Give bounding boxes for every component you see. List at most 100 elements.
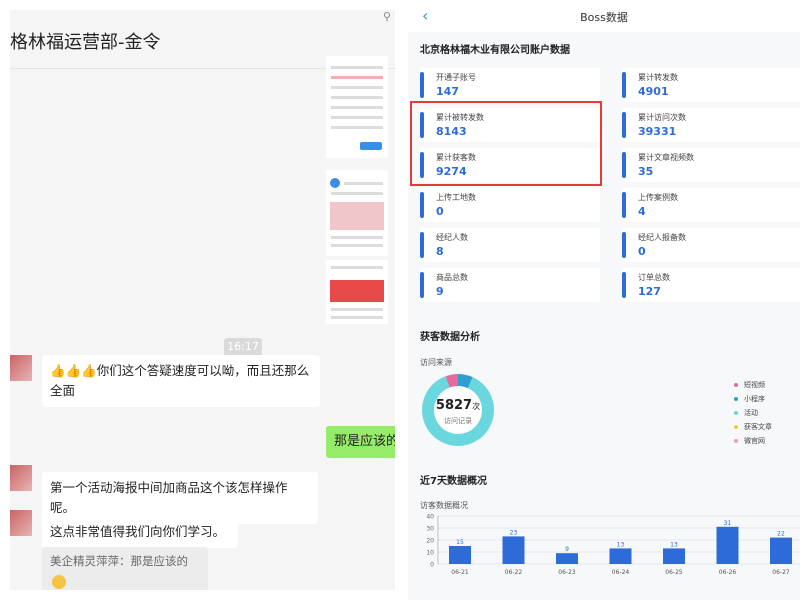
legend-item[interactable]: 微官网 [734, 434, 772, 448]
stat-label: 订单总数 [638, 273, 670, 282]
visit-source-title: 访问来源 [420, 358, 452, 367]
stat-value: 0 [436, 205, 444, 218]
stat-label: 经纪人数 [436, 233, 468, 242]
stat-label: 累计访问次数 [638, 113, 686, 122]
stat-label: 累计文章视频数 [638, 153, 694, 162]
x-tick-label: 06-25 [665, 569, 683, 576]
image-thumbnail-form[interactable] [326, 56, 388, 158]
message-bubble-self[interactable]: 那是应该的 [326, 426, 395, 458]
image-thumbnail-article[interactable] [326, 170, 388, 256]
bar-value-label: 31 [724, 520, 732, 527]
stat-card[interactable]: 上传案例数 4 [622, 188, 800, 222]
legend-item[interactable]: 活动 [734, 406, 772, 420]
donut-center: 5827次 访问记录 [434, 386, 482, 434]
message-timestamp: 16:17 [224, 338, 262, 356]
legend-label: 微官网 [744, 437, 765, 445]
legend-dot-icon [734, 439, 738, 443]
legend-dot-icon [734, 411, 738, 415]
page-title: Boss数据 [580, 11, 628, 24]
bar [556, 553, 578, 564]
stat-value: 147 [436, 85, 459, 98]
visit-source-donut[interactable]: 5827次 访问记录 [422, 374, 494, 446]
legend-item[interactable]: 获客文章 [734, 420, 772, 434]
boss-dashboard: ‹ Boss数据 北京格林福木业有限公司账户数据 获客数据分析 访问来源 582… [408, 0, 800, 600]
image-thumbnail-poster[interactable] [326, 260, 388, 324]
legend-label: 小程序 [744, 395, 765, 403]
x-tick-label: 06-22 [505, 569, 523, 576]
bar-value-label: 23 [510, 529, 518, 536]
stat-value: 4901 [638, 85, 669, 98]
smile-icon [52, 574, 66, 589]
stat-card[interactable]: 累计转发数 4901 [622, 68, 800, 102]
bar [770, 537, 792, 564]
legend-item[interactable]: 小程序 [734, 392, 772, 406]
stat-value: 4 [638, 205, 646, 218]
bar [502, 536, 525, 564]
dashboard-header: ‹ Boss数据 [408, 0, 800, 32]
avatar[interactable] [10, 510, 32, 536]
x-tick-label: 06-27 [772, 569, 790, 576]
stat-label: 经纪人报备数 [638, 233, 686, 242]
x-tick-label: 06-21 [451, 569, 469, 576]
visitor-bar-chart: 0 10 20 30 40 15 06-21 23 06-22 9 06-23 13 06-24 13 06… [426, 514, 800, 576]
avatar[interactable] [10, 465, 32, 491]
stat-label: 上传工地数 [436, 193, 476, 202]
bar-value-label: 15 [456, 539, 464, 546]
bar-value-label: 13 [670, 541, 678, 548]
stat-card[interactable]: 上传工地数 0 [420, 188, 600, 222]
message-text: 第一个活动海报中间加商品这个该怎样操作呢。 [50, 480, 288, 515]
stat-card[interactable]: 商品总数 9 [420, 268, 600, 302]
stat-card[interactable]: 累计访问次数 39331 [622, 108, 800, 142]
y-tick-label: 30 [426, 526, 434, 533]
weekly-section-title: 近7天数据概况 [420, 476, 487, 487]
legend-dot-icon [734, 383, 738, 387]
quoted-text: 美企精灵萍萍：那是应该的 [50, 554, 188, 568]
bar [716, 526, 739, 564]
legend-label: 活动 [744, 409, 758, 417]
y-tick-label: 0 [430, 562, 434, 569]
y-tick-label: 20 [426, 538, 434, 545]
message-text: 这点非常值得我们向你们学习。 [50, 524, 226, 539]
x-tick-label: 06-26 [719, 569, 737, 576]
thumbs-up-icon: 👍👍👍 [50, 363, 97, 378]
stat-label: 累计转发数 [638, 73, 678, 82]
stat-card[interactable]: 累计文章视频数 35 [622, 148, 800, 182]
visitor-title: 访客数据概况 [420, 501, 468, 510]
bar-value-label: 9 [565, 546, 569, 553]
pin-icon[interactable]: ⚲ [383, 10, 391, 23]
stat-value: 9 [436, 285, 444, 298]
x-tick-label: 06-23 [558, 569, 576, 576]
stat-label: 开通子账号 [436, 73, 476, 82]
x-tick-label: 06-24 [612, 569, 630, 576]
legend-dot-icon [734, 397, 738, 401]
message-bubble[interactable]: 这点非常值得我们向你们学习。 [42, 516, 238, 548]
stat-card[interactable]: 订单总数 127 [622, 268, 800, 302]
stat-label: 上传案例数 [638, 193, 678, 202]
legend-label: 获客文章 [744, 423, 772, 431]
screenshot-root: 格林福运营部-金令 ⚲ 16:17 👍👍👍你们这个答疑速度可以呦，而且还那么全面… [0, 0, 800, 600]
company-name: 北京格林福木业有限公司账户数据 [420, 45, 570, 56]
avatar[interactable] [10, 355, 32, 381]
quoted-reply[interactable]: 美企精灵萍萍：那是应该的 [42, 547, 208, 590]
bar-value-label: 13 [617, 541, 625, 548]
stat-value: 8 [436, 245, 444, 258]
legend-item[interactable]: 短视频 [734, 378, 772, 392]
y-tick-label: 40 [426, 514, 434, 521]
chat-title: 格林福运营部-金令 [10, 32, 161, 53]
stat-value: 127 [638, 285, 661, 298]
message-bubble[interactable]: 👍👍👍你们这个答疑速度可以呦，而且还那么全面 [42, 355, 320, 407]
stat-label: 商品总数 [436, 273, 468, 282]
stat-value: 39331 [638, 125, 677, 138]
stat-card[interactable]: 经纪人数 8 [420, 228, 600, 262]
stat-value: 35 [638, 165, 654, 178]
source-legend: 短视频小程序活动获客文章微官网 [734, 378, 772, 448]
legend-label: 短视频 [744, 381, 765, 389]
stat-card[interactable]: 开通子账号 147 [420, 68, 600, 102]
bar-value-label: 22 [777, 531, 785, 538]
highlight-annotation-box [410, 101, 602, 186]
bar [609, 548, 632, 564]
bar [449, 546, 471, 564]
stat-card[interactable]: 经纪人报备数 0 [622, 228, 800, 262]
acquisition-section-title: 获客数据分析 [420, 332, 480, 343]
donut-value: 5827次 [435, 398, 481, 413]
